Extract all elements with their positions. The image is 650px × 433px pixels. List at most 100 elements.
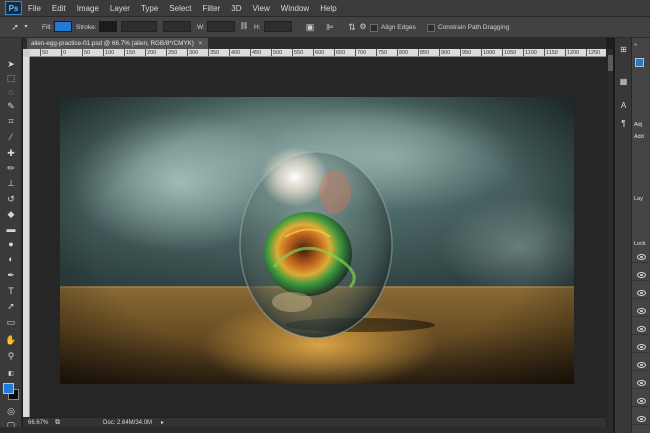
width-field[interactable] bbox=[207, 21, 235, 32]
adjustments-panel-title[interactable]: Adj bbox=[634, 122, 642, 128]
vertical-ruler[interactable] bbox=[23, 49, 30, 417]
ruler-tick-label: 200 bbox=[144, 49, 157, 56]
menu-layer[interactable]: Layer bbox=[110, 4, 130, 13]
marquee-tool-icon[interactable]: ⬚ bbox=[4, 72, 18, 85]
ruler-origin[interactable] bbox=[23, 49, 30, 57]
menu-image[interactable]: Image bbox=[77, 4, 99, 13]
document-tab-bar: alien-egg-practice-01.psd @ 66.7% (alien… bbox=[23, 38, 606, 49]
blur-tool-icon[interactable]: ● bbox=[4, 238, 18, 251]
width-label: W: bbox=[197, 24, 205, 31]
zoom-tool-icon[interactable]: ⚲ bbox=[4, 350, 18, 363]
move-tool-icon[interactable]: ➤ bbox=[4, 58, 18, 71]
eye-icon[interactable] bbox=[637, 254, 646, 260]
canvas-area[interactable] bbox=[30, 57, 606, 417]
fill-swatch[interactable] bbox=[54, 21, 72, 32]
layer-row[interactable] bbox=[632, 376, 650, 389]
eye-icon[interactable] bbox=[637, 380, 646, 386]
menu-select[interactable]: Select bbox=[169, 4, 191, 13]
type-tool-icon[interactable]: T bbox=[4, 285, 18, 298]
ruler-tick-label: 150 bbox=[123, 49, 136, 56]
eye-icon[interactable] bbox=[637, 398, 646, 404]
tool-preset-dropdown-icon[interactable]: ▾ bbox=[20, 21, 32, 33]
constrain-path-checkbox[interactable] bbox=[427, 24, 435, 32]
shape-tool-icon[interactable]: ▭ bbox=[4, 316, 18, 329]
layer-row[interactable] bbox=[632, 322, 650, 335]
eye-icon[interactable] bbox=[637, 344, 646, 350]
stroke-swatch[interactable] bbox=[99, 21, 117, 32]
layer-row[interactable] bbox=[632, 286, 650, 299]
layers-panel-title[interactable]: Lay bbox=[634, 196, 643, 202]
panel-foreground-swatch[interactable] bbox=[635, 58, 644, 67]
foreground-color-swatch[interactable] bbox=[3, 383, 14, 394]
menu-file[interactable]: File bbox=[28, 4, 41, 13]
pen-tool-icon[interactable]: ✒ bbox=[4, 269, 18, 282]
lasso-tool-icon[interactable]: ◌ bbox=[4, 86, 18, 99]
layer-row[interactable] bbox=[632, 358, 650, 371]
vertical-scrollbar[interactable] bbox=[606, 49, 613, 427]
eyedropper-tool-icon[interactable]: ⁄ bbox=[4, 131, 18, 144]
document-tab[interactable]: alien-egg-practice-01.psd @ 66.7% (alien… bbox=[27, 38, 209, 49]
quick-mask-icon[interactable]: ◎ bbox=[4, 405, 18, 418]
layer-row[interactable] bbox=[632, 340, 650, 353]
history-panel-icon[interactable]: ⊞ bbox=[618, 44, 629, 55]
menu-filter[interactable]: Filter bbox=[203, 4, 221, 13]
eye-icon[interactable] bbox=[637, 416, 646, 422]
history-brush-tool-icon[interactable]: ↺ bbox=[4, 193, 18, 206]
layer-row[interactable] bbox=[632, 268, 650, 281]
clone-stamp-tool-icon[interactable]: ⊥ bbox=[4, 177, 18, 190]
menu-3d[interactable]: 3D bbox=[231, 4, 241, 13]
close-tab-icon[interactable]: × bbox=[199, 40, 203, 47]
ruler-tick-label: 300 bbox=[186, 49, 199, 56]
stroke-label: Stroke: bbox=[76, 24, 97, 31]
healing-brush-tool-icon[interactable]: ✚ bbox=[4, 147, 18, 160]
menu-type[interactable]: Type bbox=[141, 4, 158, 13]
eye-icon[interactable] bbox=[637, 272, 646, 278]
dodge-tool-icon[interactable]: ◐ bbox=[4, 253, 18, 266]
eye-icon[interactable] bbox=[637, 326, 646, 332]
ruler-tick-label: 950 bbox=[459, 49, 472, 56]
link-icon[interactable]: ⛓ bbox=[238, 21, 250, 33]
eye-icon[interactable] bbox=[637, 290, 646, 296]
menu-view[interactable]: View bbox=[253, 4, 270, 13]
path-alignment-icon[interactable]: ⊫ bbox=[324, 21, 336, 33]
ruler-tick-label: 500 bbox=[270, 49, 283, 56]
layer-row[interactable] bbox=[632, 412, 650, 425]
character-panel-icon[interactable]: A bbox=[618, 100, 629, 111]
default-colors-icon[interactable]: ◧ bbox=[4, 368, 18, 381]
brush-tool-icon[interactable]: ✏ bbox=[4, 162, 18, 175]
hand-tool-icon[interactable]: ✋ bbox=[4, 334, 18, 347]
photoshop-logo: Ps bbox=[5, 1, 22, 15]
panel-icon-strip: ⊞ ▦ A ¶ bbox=[615, 38, 632, 433]
eye-icon[interactable] bbox=[637, 308, 646, 314]
add-adjustment-label: Add bbox=[634, 134, 644, 140]
paragraph-panel-icon[interactable]: ¶ bbox=[618, 118, 629, 129]
layer-row[interactable] bbox=[632, 250, 650, 263]
crop-tool-icon[interactable]: ⌗ bbox=[4, 115, 18, 128]
ruler-tick-label: 1200 bbox=[564, 49, 580, 56]
settings-gear-icon[interactable]: ⚙ bbox=[357, 21, 369, 33]
eraser-tool-icon[interactable]: ◆ bbox=[4, 208, 18, 221]
stroke-width-field[interactable] bbox=[121, 21, 157, 32]
path-selection-tool-icon[interactable]: ➚ bbox=[4, 300, 18, 313]
menu-window[interactable]: Window bbox=[281, 4, 309, 13]
gradient-tool-icon[interactable]: ▬ bbox=[4, 223, 18, 236]
menu-edit[interactable]: Edit bbox=[52, 4, 66, 13]
stroke-type-dropdown[interactable] bbox=[163, 21, 191, 32]
color-panel-icon[interactable]: ▦ bbox=[618, 76, 629, 87]
horizontal-ruler[interactable]: 50 0 50 100 150 200 250 300 350 400 450 500 550 600 65… bbox=[30, 49, 606, 57]
ruler-tick-label: 800 bbox=[396, 49, 409, 56]
layer-row[interactable] bbox=[632, 394, 650, 407]
align-edges-checkbox[interactable] bbox=[370, 24, 378, 32]
menu-help[interactable]: Help bbox=[320, 4, 336, 13]
ruler-tick-label: 350 bbox=[207, 49, 220, 56]
path-operations-icon[interactable]: ▣ bbox=[304, 21, 316, 33]
ruler-tick-label: 450 bbox=[249, 49, 262, 56]
height-field[interactable] bbox=[264, 21, 292, 32]
quick-select-tool-icon[interactable]: ✎ bbox=[4, 100, 18, 113]
ruler-tick-label: 900 bbox=[438, 49, 451, 56]
layer-row[interactable] bbox=[632, 304, 650, 317]
eye-icon[interactable] bbox=[637, 362, 646, 368]
ruler-tick-label: 100 bbox=[102, 49, 115, 56]
panel-collapse-icon[interactable]: « bbox=[634, 42, 637, 48]
tools-panel: ➤ ⬚ ◌ ✎ ⌗ ⁄ ✚ ✏ ⊥ ↺ ◆ ▬ ● ◐ ✒ T ➚ ▭ ✋ ⚲ … bbox=[0, 38, 22, 433]
